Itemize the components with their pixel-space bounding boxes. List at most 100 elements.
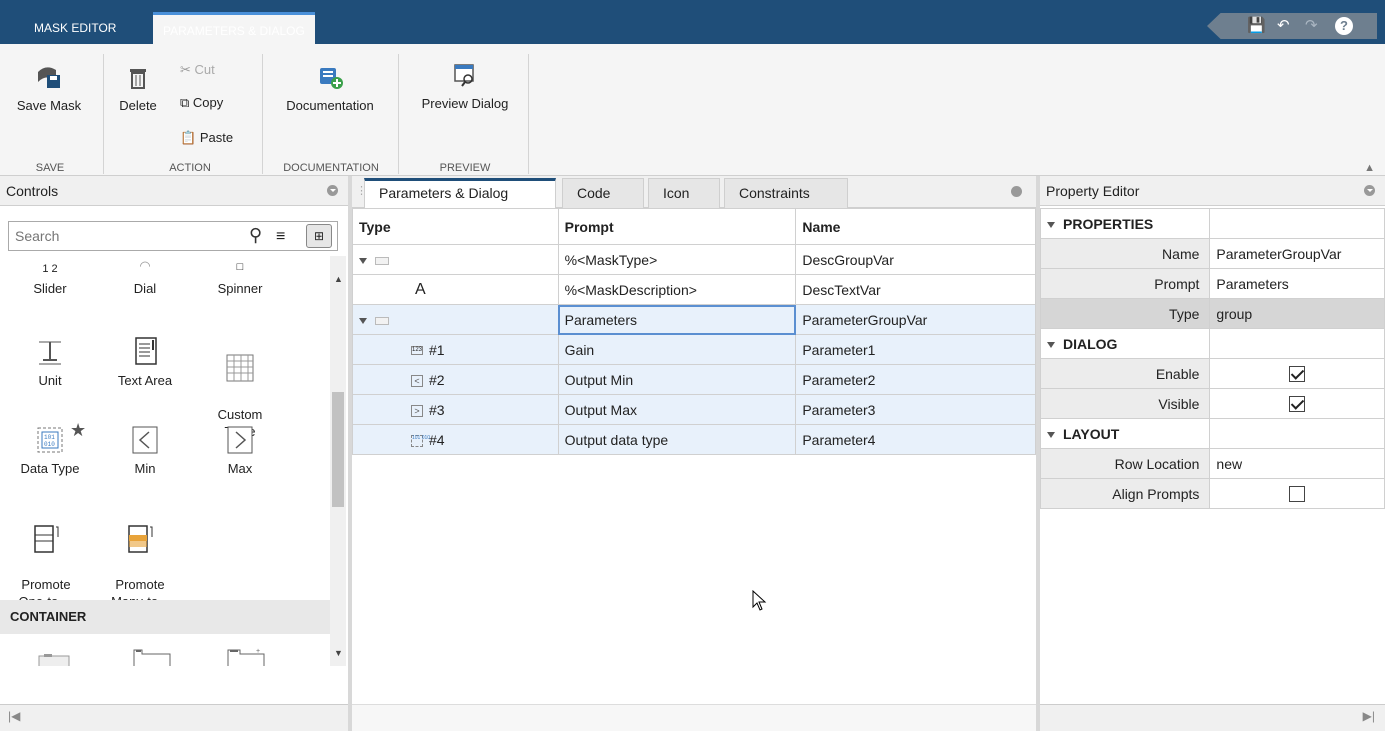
name-value-field[interactable]: ParameterGroupVar — [1209, 238, 1385, 269]
align-prompts-checkbox[interactable] — [1289, 486, 1306, 503]
tab-icon[interactable]: Icon — [648, 178, 720, 208]
column-header-name[interactable]: Name — [795, 208, 1036, 245]
table-row[interactable]: %<MaskType> DescGroupVar — [352, 244, 1036, 275]
preview-dialog-button[interactable]: Preview Dialog — [406, 62, 524, 111]
control-data-type[interactable]: 101 010 Data Type ★ — [10, 421, 90, 477]
paste-button[interactable]: 📋 Paste — [180, 130, 233, 146]
center-menu-icon[interactable] — [1011, 186, 1022, 197]
section-properties[interactable]: PROPERTIES — [1039, 208, 1385, 239]
scroll-up-icon[interactable]: ▲ — [334, 274, 343, 284]
expand-icon[interactable] — [359, 317, 367, 324]
name-cell[interactable]: Parameter2 — [795, 364, 1036, 395]
search-field[interactable]: ⚲ — [8, 221, 338, 251]
control-min[interactable]: Min — [105, 424, 185, 477]
type-cell[interactable]: 123 #1 — [352, 334, 559, 365]
name-cell[interactable]: Parameter4 — [795, 424, 1036, 455]
save-icon[interactable]: 💾 — [1247, 17, 1266, 35]
search-input[interactable] — [9, 222, 239, 250]
collapse-right-icon[interactable]: ▶| — [1363, 709, 1375, 723]
property-row-enable[interactable]: Enable — [1039, 358, 1385, 389]
list-view-icon[interactable]: ≡ — [276, 228, 285, 246]
enable-checkbox[interactable] — [1289, 366, 1306, 383]
prompt-cell[interactable]: Output Min — [557, 364, 797, 395]
property-row-row-location[interactable]: Row Location new — [1039, 448, 1385, 479]
table-row-selected[interactable]: Parameters ParameterGroupVar — [352, 304, 1036, 335]
scroll-down-icon[interactable]: ▼ — [334, 648, 343, 658]
section-dialog[interactable]: DIALOG — [1039, 328, 1385, 359]
name-cell[interactable]: Parameter3 — [795, 394, 1036, 425]
control-unit[interactable]: Unit — [10, 336, 90, 389]
controls-scrollbar[interactable]: ▲ ▼ — [330, 256, 346, 666]
favorite-star-icon[interactable]: ★ — [70, 421, 86, 439]
type-cell[interactable] — [352, 304, 559, 335]
grid-view-icon[interactable]: ⊞ — [306, 224, 332, 248]
prompt-value-field[interactable]: Parameters — [1209, 268, 1385, 299]
property-row-name[interactable]: Name ParameterGroupVar — [1039, 238, 1385, 269]
property-label: Enable — [1039, 358, 1211, 389]
tab-constraints[interactable]: Constraints — [724, 178, 848, 208]
row-location-field[interactable]: new — [1209, 448, 1385, 479]
property-row-type[interactable]: Type group — [1039, 298, 1385, 329]
name-cell[interactable]: DescTextVar — [795, 274, 1036, 305]
tab-mask-editor[interactable]: MASK EDITOR — [24, 12, 126, 44]
table-row[interactable]: > #3 Output Max Parameter3 — [352, 394, 1036, 425]
property-row-visible[interactable]: Visible — [1039, 388, 1385, 419]
prompt-cell[interactable]: Output data type — [557, 424, 797, 455]
prompt-cell[interactable]: Parameters — [557, 304, 797, 335]
collapse-ribbon-icon[interactable]: ▲ — [1364, 162, 1375, 174]
control-promote-many-to-one[interactable]: Promote Many-to... — [100, 506, 180, 600]
tab-code[interactable]: Code — [562, 178, 644, 208]
name-cell[interactable]: ParameterGroupVar — [795, 304, 1036, 335]
control-promote-one-to-one[interactable]: Promote One-to-... — [6, 506, 86, 600]
control-spinner[interactable]: □ Spinner — [200, 262, 280, 297]
search-icon[interactable]: ⚲ — [249, 225, 262, 246]
redo-icon[interactable]: ↷ — [1305, 17, 1318, 35]
help-icon[interactable]: ? — [1335, 17, 1353, 35]
panel-menu-icon[interactable] — [327, 185, 338, 196]
expand-icon[interactable] — [359, 257, 367, 264]
scrollbar-thumb[interactable] — [332, 392, 344, 507]
type-cell[interactable]: > #3 — [352, 394, 559, 425]
property-row-align-prompts[interactable]: Align Prompts — [1039, 478, 1385, 509]
collapsible-container-icon[interactable]: + — [226, 646, 266, 666]
collapse-icon[interactable] — [1047, 431, 1055, 438]
control-dial[interactable]: ◠ Dial — [105, 259, 185, 297]
documentation-button[interactable]: Documentation — [270, 64, 390, 113]
prompt-cell[interactable]: %<MaskType> — [557, 244, 797, 275]
collapse-left-icon[interactable]: |◀ — [8, 709, 20, 723]
cut-button[interactable]: ✂ Cut — [180, 62, 215, 78]
type-cell[interactable] — [352, 244, 559, 275]
table-row[interactable]: 101 010#4 Output data type Parameter4 — [352, 424, 1036, 455]
column-header-type[interactable]: Type — [352, 208, 559, 245]
panel-menu-icon[interactable] — [1364, 185, 1375, 196]
collapse-icon[interactable] — [1047, 221, 1055, 228]
tab-parameters-dialog[interactable]: PARAMETERS & DIALOG — [153, 12, 315, 44]
collapse-icon[interactable] — [1047, 341, 1055, 348]
type-cell[interactable]: < #2 — [352, 364, 559, 395]
name-cell[interactable]: Parameter1 — [795, 334, 1036, 365]
save-mask-button[interactable]: Save Mask — [14, 64, 84, 113]
control-max[interactable]: Max — [200, 424, 280, 477]
property-row-prompt[interactable]: Prompt Parameters — [1039, 268, 1385, 299]
type-cell[interactable]: 101 010#4 — [352, 424, 559, 455]
undo-icon[interactable]: ↶ — [1277, 17, 1290, 35]
copy-button[interactable]: ⧉ Copy — [180, 95, 223, 111]
visible-checkbox[interactable] — [1289, 396, 1306, 413]
table-row[interactable]: A %<MaskDescription> DescTextVar — [352, 274, 1036, 305]
tab-parameters-and-dialog[interactable]: Parameters & Dialog — [364, 178, 556, 208]
table-row[interactable]: 123 #1 Gain Parameter1 — [352, 334, 1036, 365]
type-cell[interactable]: A — [352, 274, 559, 305]
column-header-prompt[interactable]: Prompt — [557, 208, 797, 245]
prompt-cell[interactable]: Gain — [557, 334, 797, 365]
prompt-cell[interactable]: Output Max — [557, 394, 797, 425]
prompt-cell[interactable]: %<MaskDescription> — [557, 274, 797, 305]
control-text-area[interactable]: Text Area — [105, 336, 185, 389]
section-layout[interactable]: LAYOUT — [1039, 418, 1385, 449]
control-slider[interactable]: 1 2 Slider — [10, 262, 90, 297]
name-cell[interactable]: DescGroupVar — [795, 244, 1036, 275]
panel-container-icon[interactable] — [38, 650, 72, 666]
delete-button[interactable]: Delete — [113, 64, 163, 113]
type-value-field[interactable]: group — [1209, 298, 1385, 329]
tab-container-icon[interactable] — [132, 646, 172, 666]
table-row[interactable]: < #2 Output Min Parameter2 — [352, 364, 1036, 395]
